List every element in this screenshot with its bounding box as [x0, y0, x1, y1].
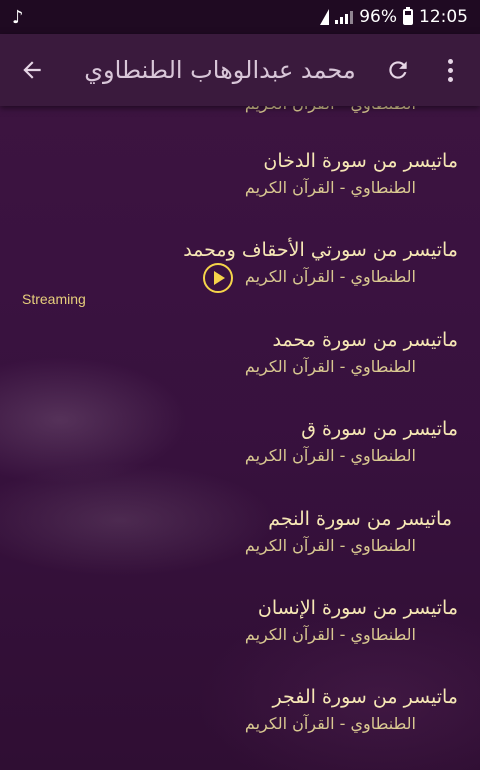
item-subtitle: الطنطاوي - القرآن الكريم — [244, 446, 416, 465]
list-item[interactable]: ماتيسر من سورة ق الطنطاوي - القرآن الكري… — [18, 416, 458, 468]
item-title: ماتيسر من سورة الفجر — [272, 686, 458, 708]
streaming-status: Streaming — [22, 291, 86, 307]
item-title: ماتيسر من سورتي الأحقاف ومحمد — [183, 239, 458, 261]
item-title: ماتيسر من سورة الإنسان — [257, 597, 458, 619]
item-subtitle-row: الطنطاوي - القرآن الكريم — [18, 263, 458, 293]
status-left: ♪ — [12, 7, 24, 28]
list-item[interactable]: ماتيسر من سورة الإنسان الطنطاوي - القرآن… — [18, 595, 458, 647]
refresh-icon — [389, 61, 407, 79]
list-item[interactable]: ماتيسر من سورة الفجر الطنطاوي - القرآن ا… — [18, 684, 458, 736]
back-arrow-icon — [23, 61, 41, 79]
page-title: محمد عبدالوهاب الطنطاوي — [84, 56, 356, 84]
music-note-icon: ♪ — [12, 6, 24, 28]
refresh-button[interactable] — [380, 52, 416, 88]
item-subtitle: الطنطاوي - القرآن الكريم — [244, 357, 416, 376]
battery-percent: 96% — [359, 7, 397, 27]
item-subtitle: الطنطاوي - القرآن الكريم — [244, 625, 416, 644]
status-bar: ♪ 96% 12:05 — [0, 0, 480, 34]
overflow-menu-button[interactable] — [438, 52, 462, 88]
item-title: ماتيسر من سورة الدخان — [263, 150, 458, 172]
back-button[interactable] — [14, 52, 50, 88]
battery-icon — [403, 7, 413, 25]
item-subtitle: الطنطاوي - القرآن الكريم — [244, 536, 416, 555]
signal-icon — [335, 10, 354, 24]
list-item-playing[interactable]: ماتيسر من سورتي الأحقاف ومحمد الطنطاوي -… — [18, 237, 458, 293]
item-title: ماتيسر من سورة ق — [301, 418, 458, 440]
item-title: ماتيسر من سورة محمد — [272, 329, 458, 351]
toolbar: محمد عبدالوهاب الطنطاوي — [0, 34, 480, 106]
list-item[interactable]: ماتيسر من سورة محمد الطنطاوي - القرآن ال… — [18, 327, 458, 379]
item-subtitle: الطنطاوي - القرآن الكريم — [244, 714, 416, 733]
item-subtitle: الطنطاوي - القرآن الكريم — [244, 178, 416, 197]
more-vert-icon — [447, 58, 453, 64]
network-icon — [320, 9, 330, 25]
clock: 12:05 — [419, 7, 468, 27]
item-title: ماتيسر من سورة النجم — [268, 508, 452, 530]
status-right: 96% 12:05 — [320, 7, 468, 27]
app-screen: ♪ 96% 12:05 محمد عبدالوهاب الطنطاوي ماتي… — [0, 0, 480, 770]
play-icon[interactable] — [202, 263, 233, 293]
list-item[interactable]: ماتيسر من سورة الدخان الطنطاوي - القرآن … — [18, 148, 458, 200]
list-item[interactable]: ماتيسر من سورة النجم الطنطاوي - القرآن ا… — [18, 506, 458, 558]
track-list: الطنطاوي - القرآن الكريم ماتيسر من سورة … — [0, 94, 480, 770]
